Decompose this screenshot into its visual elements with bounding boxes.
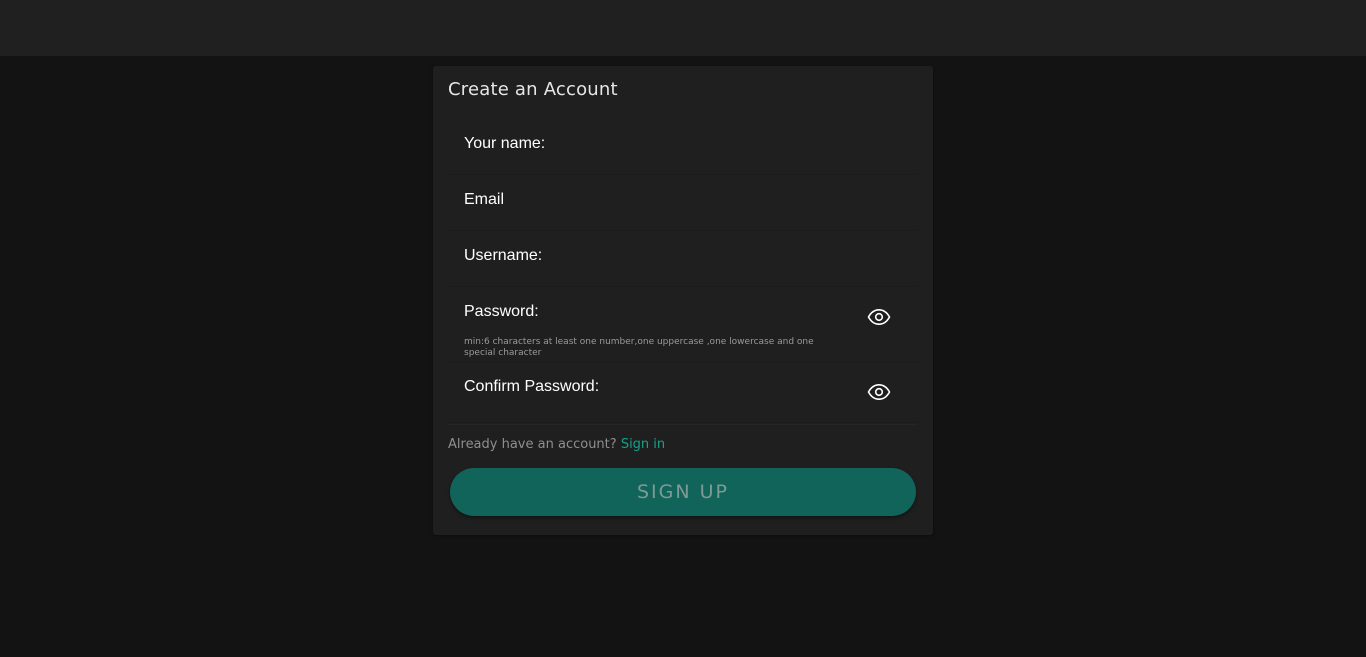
- password-field[interactable]: Password: min:6 characters at least one …: [448, 290, 918, 363]
- page-title: Create an Account: [448, 79, 618, 100]
- signin-link[interactable]: Sign in: [621, 437, 665, 452]
- name-input[interactable]: [448, 122, 918, 174]
- email-field[interactable]: Email: [448, 178, 918, 231]
- username-input[interactable]: [448, 234, 918, 286]
- username-field[interactable]: Username:: [448, 234, 918, 287]
- signup-button[interactable]: SIGN UP: [450, 468, 916, 516]
- name-field[interactable]: Your name:: [448, 122, 918, 175]
- top-app-bar: [0, 0, 1366, 56]
- email-input[interactable]: [448, 178, 918, 230]
- signup-card: Create an Account Your name: Email Usern…: [433, 66, 933, 535]
- confirm-password-field[interactable]: Confirm Password:: [448, 366, 918, 423]
- signin-prompt-row: Already have an account? Sign in: [448, 437, 665, 452]
- password-hint: min:6 characters at least one number,one…: [464, 337, 814, 358]
- signin-prompt: Already have an account?: [448, 437, 617, 452]
- confirm-password-input[interactable]: [448, 366, 918, 422]
- form-divider: [448, 424, 918, 425]
- eye-icon[interactable]: [867, 380, 891, 404]
- eye-icon[interactable]: [867, 305, 891, 329]
